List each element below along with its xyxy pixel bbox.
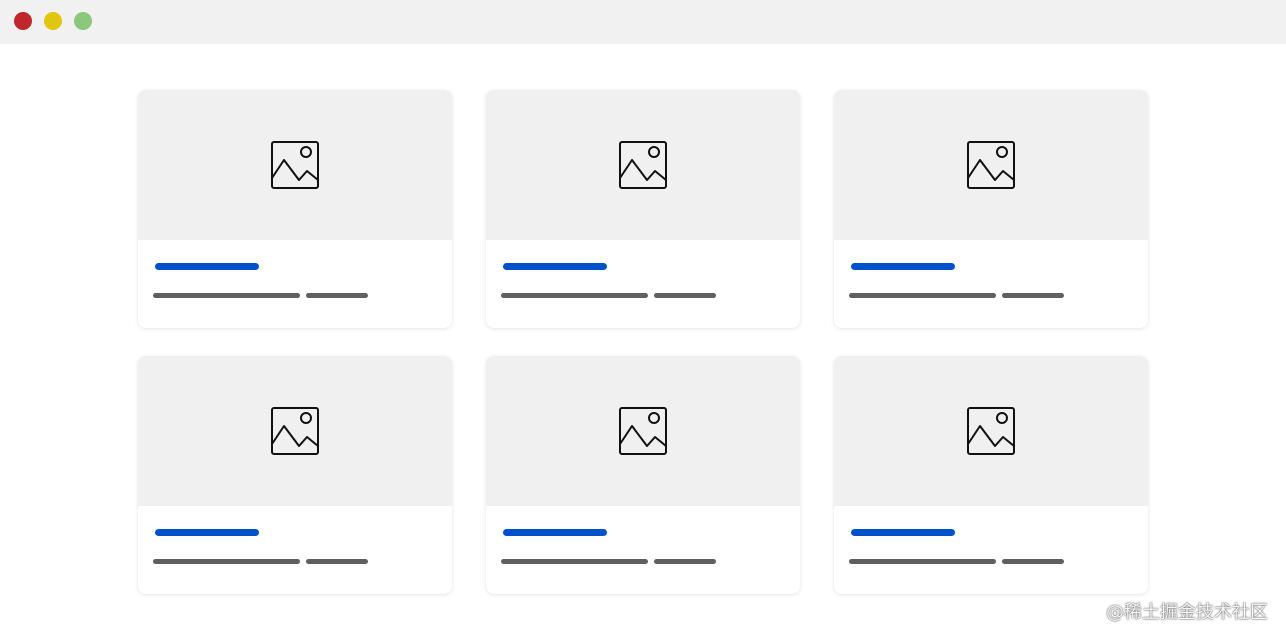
card[interactable]: [486, 356, 800, 594]
minimize-window-button[interactable]: [44, 12, 62, 30]
card-thumbnail: [138, 90, 452, 240]
card-thumbnail: [486, 90, 800, 240]
close-window-button[interactable]: [14, 12, 32, 30]
card-thumbnail: [834, 90, 1148, 240]
image-icon: [618, 406, 668, 456]
card-text-placeholder: [501, 559, 648, 564]
image-icon: [618, 140, 668, 190]
card-title-placeholder: [155, 529, 259, 536]
card-text-placeholder: [501, 293, 648, 298]
image-icon: [270, 406, 320, 456]
card-text-placeholder: [153, 559, 300, 564]
image-icon: [270, 140, 320, 190]
card-text-placeholder: [1002, 559, 1064, 564]
card-text-placeholder: [306, 293, 368, 298]
watermark: @稀土掘金技术社区: [1106, 602, 1268, 623]
card-grid: [138, 90, 1148, 594]
card-thumbnail: [486, 356, 800, 506]
card-text-placeholder: [306, 559, 368, 564]
card-text-placeholder: [849, 559, 996, 564]
card-text-placeholder: [1002, 293, 1064, 298]
card-text-placeholder: [654, 559, 716, 564]
image-icon: [966, 406, 1016, 456]
card[interactable]: [834, 356, 1148, 594]
card[interactable]: [834, 90, 1148, 328]
window-titlebar: [0, 0, 1286, 44]
card[interactable]: [486, 90, 800, 328]
card-title-placeholder: [503, 529, 607, 536]
card-title-placeholder: [155, 263, 259, 270]
card-title-placeholder: [851, 529, 955, 536]
maximize-window-button[interactable]: [74, 12, 92, 30]
card-thumbnail: [834, 356, 1148, 506]
card-title-placeholder: [503, 263, 607, 270]
card-thumbnail: [138, 356, 452, 506]
card[interactable]: [138, 356, 452, 594]
card-text-placeholder: [654, 293, 716, 298]
card[interactable]: [138, 90, 452, 328]
card-title-placeholder: [851, 263, 955, 270]
card-text-placeholder: [153, 293, 300, 298]
card-text-placeholder: [849, 293, 996, 298]
image-icon: [966, 140, 1016, 190]
